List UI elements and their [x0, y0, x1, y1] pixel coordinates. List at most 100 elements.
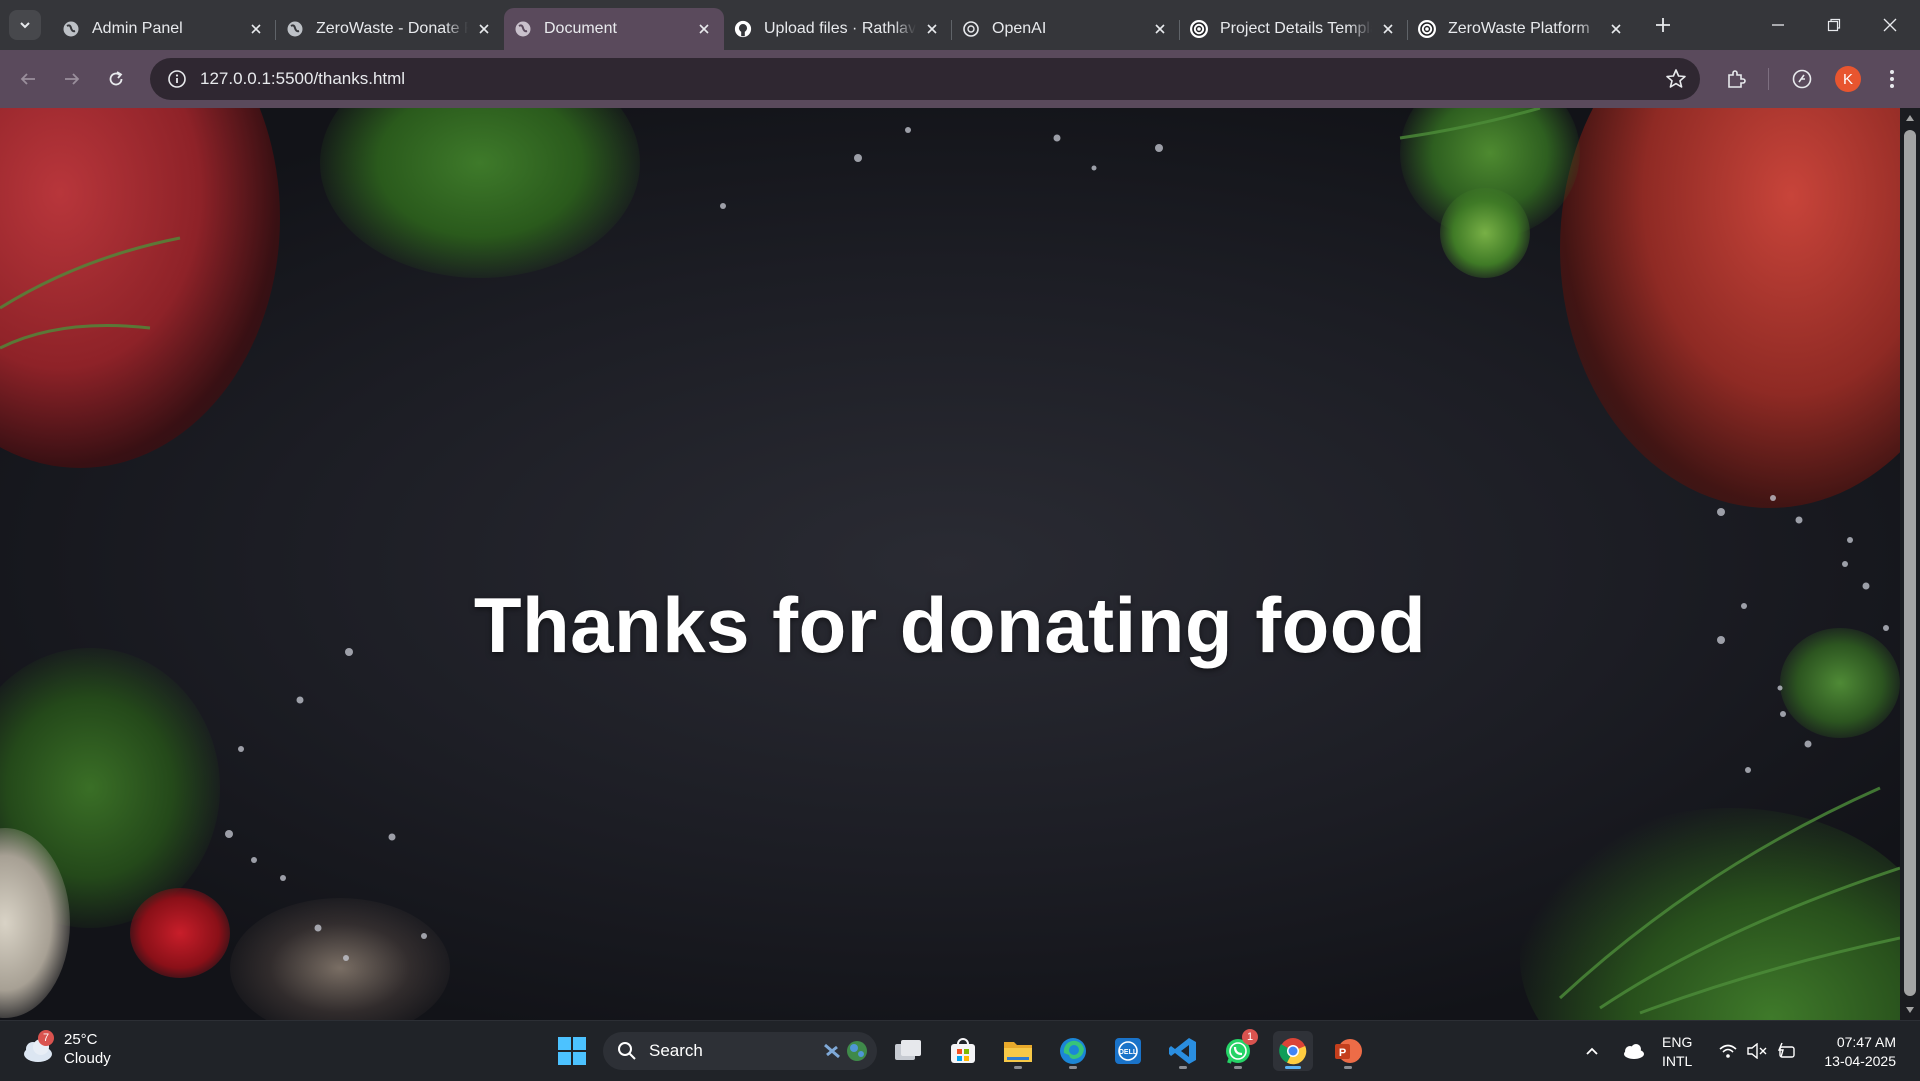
language-code: ENG [1662, 1034, 1693, 1050]
browser-menu-button[interactable] [1878, 65, 1906, 93]
globe-icon [286, 20, 304, 38]
scroll-thumb[interactable] [1904, 130, 1916, 996]
system-clock[interactable]: 07:47 AM 13-04-2025 [1808, 1033, 1896, 1071]
show-hidden-icons-button[interactable] [1580, 1021, 1604, 1081]
back-button[interactable] [12, 63, 44, 95]
task-view-button[interactable] [888, 1031, 928, 1071]
cloud-weather-icon: 7 [20, 1030, 54, 1064]
wifi-button[interactable] [1715, 1021, 1741, 1081]
close-tab-icon[interactable] [1608, 21, 1624, 37]
onedrive-cloud-icon [1624, 1044, 1644, 1059]
vscode-icon [1169, 1038, 1196, 1064]
tab-openai[interactable]: OpenAI [951, 12, 1180, 46]
windows-taskbar: 7 25°C Cloudy Search DELL 1 P ENG INTL 0… [0, 1020, 1920, 1081]
tab-admin-panel[interactable]: Admin Panel [52, 12, 276, 46]
reload-icon [109, 71, 123, 86]
openai-icon [1190, 20, 1208, 38]
scroll-down-arrow[interactable] [1904, 1004, 1916, 1016]
start-button[interactable] [552, 1031, 592, 1071]
clock-date: 13-04-2025 [1824, 1053, 1896, 1069]
close-tab-icon[interactable] [924, 21, 940, 37]
openai-icon [1418, 20, 1436, 38]
restore-icon [1827, 18, 1841, 32]
microsoft-store-button[interactable] [943, 1031, 983, 1071]
tab-project-details[interactable]: Project Details Template [1179, 12, 1408, 46]
running-indicator [1344, 1066, 1352, 1069]
chrome-icon [1279, 1038, 1307, 1065]
close-tab-icon[interactable] [696, 21, 712, 37]
search-label: Search [649, 1041, 703, 1060]
running-indicator [1069, 1066, 1077, 1069]
profile-avatar[interactable]: K [1835, 66, 1861, 92]
input-language-indicator[interactable]: ENG INTL [1662, 1033, 1692, 1071]
site-info-icon[interactable] [164, 66, 190, 92]
tab-zerowaste-platform[interactable]: ZeroWaste Platform [1407, 12, 1636, 46]
performance-button[interactable] [1788, 65, 1816, 93]
svg-text:P: P [1339, 1047, 1346, 1059]
arrow-right-icon [65, 73, 80, 85]
tab-document[interactable]: Document [504, 8, 724, 50]
triangle-down-icon [1906, 1007, 1914, 1013]
clock-time: 07:47 AM [1836, 1034, 1896, 1050]
running-indicator [1014, 1066, 1022, 1069]
forward-button[interactable] [56, 63, 88, 95]
github-icon [734, 20, 752, 38]
taskbar-search[interactable]: Search [603, 1032, 877, 1070]
weather-temperature: 25°C [64, 1031, 98, 1048]
close-window-button[interactable] [1862, 0, 1918, 50]
triangle-up-icon [1906, 115, 1914, 121]
onedrive-button[interactable] [1618, 1021, 1648, 1081]
extensions-button[interactable] [1722, 65, 1750, 93]
scroll-up-arrow[interactable] [1904, 112, 1916, 124]
chevron-up-icon [1586, 1047, 1598, 1055]
edge-button[interactable] [1053, 1031, 1093, 1071]
running-indicator [1285, 1066, 1301, 1069]
tab-strip: Admin Panel ZeroWaste - Donate Food Docu… [0, 0, 1920, 50]
powerpoint-button[interactable]: P [1328, 1031, 1368, 1071]
address-bar[interactable]: 127.0.0.1:5500/thanks.html [150, 58, 1700, 100]
battery-button[interactable] [1773, 1021, 1799, 1081]
close-tab-icon[interactable] [1152, 21, 1168, 37]
dell-button[interactable]: DELL [1108, 1031, 1148, 1071]
tab-list: Admin Panel ZeroWaste - Donate Food Docu… [52, 8, 1636, 50]
search-highlight-icon [824, 1041, 867, 1061]
powerpoint-icon: P [1335, 1039, 1362, 1063]
wifi-icon [1719, 1044, 1737, 1058]
new-tab-button[interactable] [1652, 14, 1674, 36]
plus-icon [1656, 18, 1670, 32]
running-indicator [1234, 1066, 1242, 1069]
task-view-icon [895, 1040, 921, 1060]
browser-toolbar: 127.0.0.1:5500/thanks.html K [0, 50, 1920, 108]
tab-title: OpenAI [992, 20, 1047, 37]
close-tab-icon[interactable] [476, 21, 492, 37]
close-tab-icon[interactable] [248, 21, 264, 37]
tab-title: Document [544, 20, 617, 37]
volume-button[interactable] [1744, 1021, 1770, 1081]
whatsapp-badge: 1 [1242, 1029, 1258, 1045]
tab-search-button[interactable] [9, 10, 41, 40]
keyboard-layout: INTL [1662, 1053, 1693, 1069]
url-text: 127.0.0.1:5500/thanks.html [200, 69, 406, 88]
whatsapp-button[interactable]: 1 [1218, 1029, 1258, 1071]
close-tab-icon[interactable] [1380, 21, 1396, 37]
puzzle-icon [1728, 70, 1746, 88]
page-heading: Thanks for donating food [473, 581, 1427, 670]
vscode-button[interactable] [1163, 1031, 1203, 1071]
weather-widget[interactable]: 7 25°C Cloudy [20, 1030, 111, 1068]
minimize-icon [1772, 24, 1784, 26]
tab-upload-files[interactable]: Upload files · Rathlav [724, 12, 952, 46]
minimize-button[interactable] [1750, 0, 1806, 50]
folder-icon [1004, 1042, 1032, 1062]
reload-button[interactable] [100, 63, 132, 95]
globe-icon [514, 20, 532, 38]
tab-title: Project Details Template [1220, 20, 1372, 37]
chrome-button[interactable] [1273, 1031, 1313, 1071]
tab-zerowaste-donate[interactable]: ZeroWaste - Donate Food [275, 12, 504, 46]
kebab-menu-icon [1890, 70, 1894, 88]
globe-icon [62, 20, 80, 38]
file-explorer-button[interactable] [998, 1031, 1038, 1071]
page-scrollbar[interactable] [1900, 108, 1920, 1020]
close-icon [1883, 18, 1897, 32]
bookmark-star-icon[interactable] [1664, 67, 1688, 91]
restore-button[interactable] [1806, 0, 1862, 50]
